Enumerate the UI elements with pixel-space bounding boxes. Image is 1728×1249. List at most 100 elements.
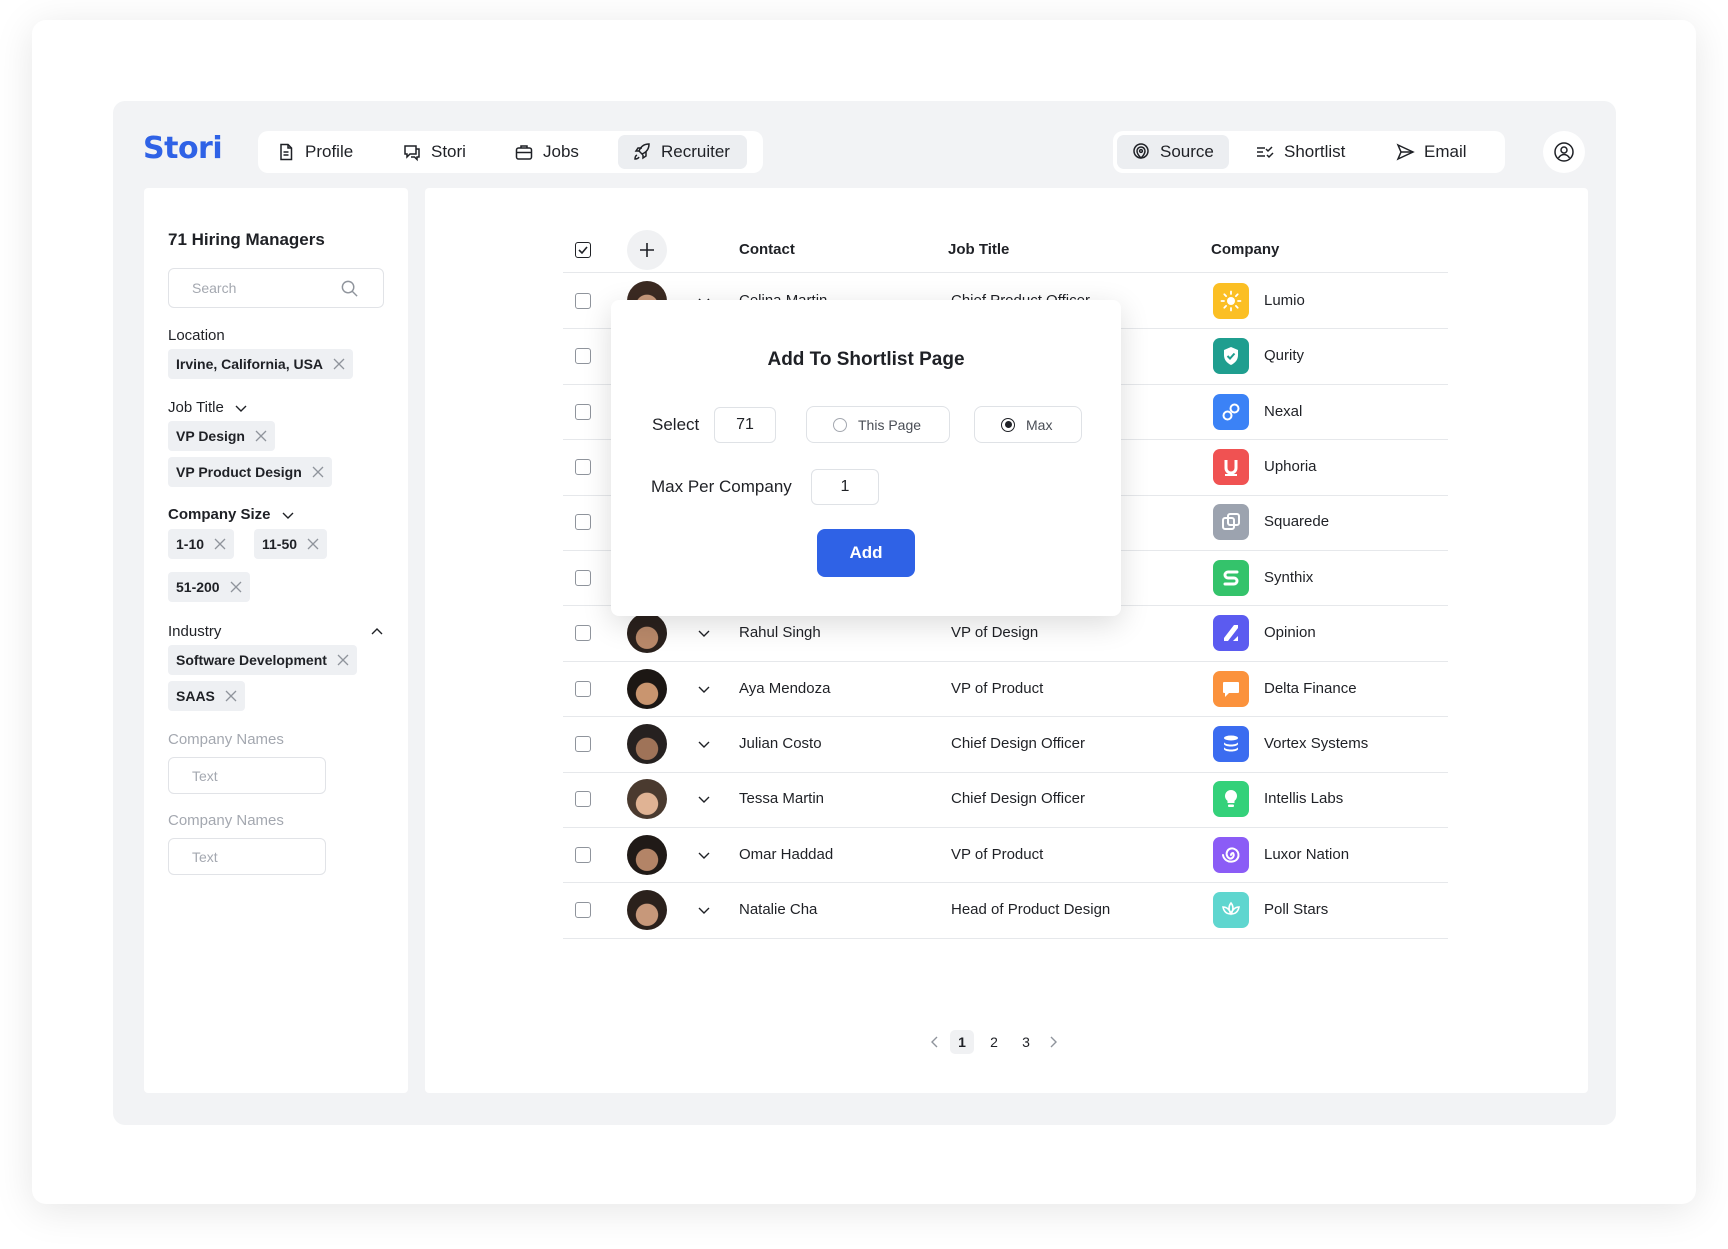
app-logo[interactable]: Stori — [143, 131, 223, 166]
row-checkbox[interactable] — [575, 846, 591, 863]
company-names-input[interactable]: Text — [168, 757, 326, 794]
close-icon[interactable] — [337, 654, 349, 666]
row-checkbox[interactable] — [575, 403, 591, 420]
chip-label: Software Development — [176, 652, 327, 668]
column-header-contact[interactable]: Contact — [739, 241, 795, 258]
company-logo — [1213, 725, 1249, 762]
industry-filter-header[interactable]: Industry — [168, 623, 384, 640]
close-icon[interactable] — [230, 581, 242, 593]
company-name[interactable]: Vortex Systems — [1264, 735, 1368, 752]
search-icon — [341, 280, 358, 297]
option-label: Max — [1026, 416, 1053, 433]
nav-recruiter[interactable]: Recruiter — [618, 135, 747, 169]
nav-jobs[interactable]: Jobs — [500, 135, 606, 169]
row-checkbox[interactable] — [575, 292, 591, 309]
row-checkbox[interactable] — [575, 514, 591, 531]
close-icon[interactable] — [225, 690, 237, 702]
close-icon[interactable] — [333, 358, 345, 370]
add-button[interactable]: Add — [817, 529, 915, 577]
row-checkbox[interactable] — [575, 791, 591, 808]
job-title-label: Job Title — [168, 399, 224, 416]
column-header-job-title[interactable]: Job Title — [948, 241, 1009, 258]
contact-name[interactable]: Rahul Singh — [739, 624, 821, 641]
nav-stori[interactable]: Stori — [388, 135, 500, 169]
close-icon[interactable] — [307, 538, 319, 550]
filter-chip[interactable]: Software Development — [168, 645, 357, 675]
chevron-down-icon[interactable] — [697, 903, 711, 917]
company-names-label-text: Company Names — [168, 812, 284, 829]
filter-chip[interactable]: SAAS — [168, 681, 245, 711]
option-max[interactable]: Max — [974, 406, 1082, 443]
contact-name[interactable]: Omar Haddad — [739, 846, 833, 863]
filter-chip[interactable]: VP Design — [168, 421, 275, 451]
page-button[interactable]: 3 — [1014, 1030, 1038, 1054]
company-name[interactable]: Nexal — [1264, 403, 1302, 420]
row-checkbox[interactable] — [575, 902, 591, 919]
filter-chip[interactable]: Irvine, California, USA — [168, 349, 354, 379]
select-count-input[interactable]: 71 — [714, 407, 776, 443]
company-name[interactable]: Opinion — [1264, 624, 1316, 641]
company-names-input[interactable]: Text — [168, 838, 326, 875]
column-header-company[interactable]: Company — [1211, 241, 1279, 258]
company-size-filter-header[interactable]: Company Size — [168, 506, 295, 523]
row-checkbox[interactable] — [575, 735, 591, 752]
company-name[interactable]: Delta Finance — [1264, 680, 1357, 697]
squares-icon — [1222, 513, 1240, 531]
user-icon — [1554, 142, 1574, 162]
page-button[interactable]: 2 — [982, 1030, 1006, 1054]
z-icon — [1224, 625, 1238, 642]
company-name[interactable]: Synthix — [1264, 569, 1313, 586]
filter-chip[interactable]: 1-10 — [168, 529, 235, 559]
close-icon[interactable] — [255, 430, 267, 442]
option-this-page[interactable]: This Page — [806, 406, 950, 443]
company-name[interactable]: Lumio — [1264, 292, 1305, 309]
company-name[interactable]: Squarede — [1264, 513, 1329, 530]
nav-email[interactable]: Email — [1381, 135, 1481, 169]
add-column-button[interactable] — [627, 230, 667, 270]
industry-label: Industry — [168, 623, 222, 640]
max-per-company-input[interactable]: 1 — [811, 469, 879, 505]
chevron-left-icon[interactable] — [928, 1035, 942, 1049]
company-name[interactable]: Intellis Labs — [1264, 790, 1343, 807]
contact-name[interactable]: Julian Costo — [739, 735, 822, 752]
filter-chip[interactable]: 51-200 — [168, 572, 250, 602]
company-logo — [1213, 670, 1249, 707]
nav-source[interactable]: Source — [1117, 135, 1229, 169]
company-name[interactable]: Qurity — [1264, 347, 1304, 364]
page-button[interactable]: 1 — [950, 1030, 974, 1054]
nav-profile[interactable]: Profile — [262, 135, 380, 169]
contact-name[interactable]: Natalie Cha — [739, 901, 817, 918]
nav-label: Profile — [305, 142, 354, 161]
close-icon[interactable] — [312, 466, 324, 478]
job-title: Chief Design Officer — [951, 790, 1085, 808]
company-name[interactable]: Luxor Nation — [1264, 846, 1349, 863]
row-checkbox[interactable] — [575, 625, 591, 642]
nav-shortlist[interactable]: Shortlist — [1241, 135, 1367, 169]
chevron-down-icon[interactable] — [697, 792, 711, 806]
filter-chip[interactable]: VP Product Design — [168, 457, 332, 487]
contact-name[interactable]: Tessa Martin — [739, 790, 824, 807]
nav-label: Source — [1160, 142, 1214, 161]
close-icon[interactable] — [214, 538, 226, 550]
radio-button-selected[interactable] — [1001, 417, 1015, 432]
search-input[interactable]: Search — [168, 268, 384, 308]
chevron-down-icon[interactable] — [697, 737, 711, 751]
contact-name[interactable]: Aya Mendoza — [739, 680, 830, 697]
company-name[interactable]: Uphoria — [1264, 458, 1317, 475]
company-name[interactable]: Poll Stars — [1264, 901, 1328, 918]
select-all-checkbox[interactable] — [575, 242, 591, 258]
row-checkbox[interactable] — [575, 458, 591, 475]
row-checkbox[interactable] — [575, 680, 591, 697]
chevron-down-icon[interactable] — [697, 626, 711, 640]
row-checkbox[interactable] — [575, 569, 591, 586]
chevron-right-icon[interactable] — [1046, 1035, 1060, 1049]
radio-button[interactable] — [833, 417, 847, 432]
filter-chip[interactable]: 11-50 — [254, 529, 328, 559]
chevron-down-icon[interactable] — [697, 848, 711, 862]
search-placeholder: Search — [192, 280, 237, 296]
account-button[interactable] — [1543, 131, 1585, 173]
job-title: VP of Product — [951, 679, 1044, 697]
chevron-down-icon[interactable] — [697, 682, 711, 696]
job-title-filter-header[interactable]: Job Title — [168, 399, 248, 416]
row-checkbox[interactable] — [575, 348, 591, 365]
